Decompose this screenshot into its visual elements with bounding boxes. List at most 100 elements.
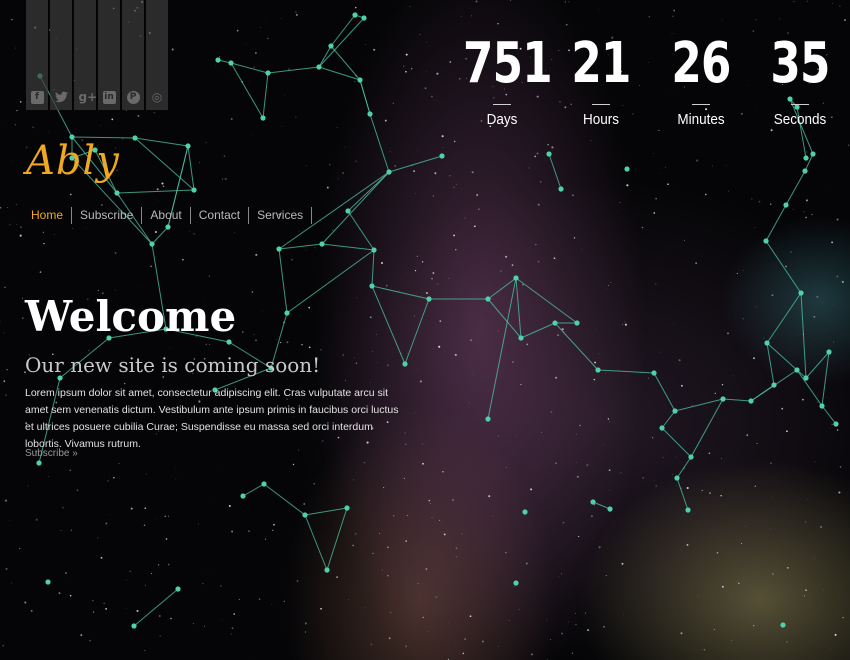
network-link xyxy=(404,298,430,365)
star xyxy=(571,652,574,654)
star xyxy=(348,254,349,256)
star xyxy=(202,582,204,585)
network-node xyxy=(513,275,519,281)
star xyxy=(505,552,507,554)
site-logo[interactable]: Ably xyxy=(26,138,120,184)
star xyxy=(419,380,422,383)
star xyxy=(605,575,607,577)
countdown-divider xyxy=(791,104,809,105)
star xyxy=(292,463,295,466)
nav-item-home[interactable]: Home xyxy=(26,207,73,224)
countdown-minutes-value: 26 xyxy=(671,31,731,96)
star xyxy=(251,291,254,293)
star xyxy=(403,65,405,67)
star xyxy=(140,286,142,287)
countdown-minutes-label: Minutes xyxy=(677,111,725,128)
star xyxy=(594,361,597,364)
star xyxy=(405,645,408,648)
star xyxy=(388,637,391,640)
network-node xyxy=(131,623,137,629)
star xyxy=(273,523,275,526)
network-link xyxy=(554,322,599,371)
star xyxy=(442,147,444,148)
nav-item-about[interactable]: About xyxy=(142,207,191,224)
star xyxy=(111,118,114,121)
star xyxy=(576,475,579,478)
star xyxy=(154,230,157,234)
countdown-days: 751 Days xyxy=(452,30,553,128)
star xyxy=(427,631,429,632)
star xyxy=(205,343,208,346)
star xyxy=(814,461,816,463)
star xyxy=(0,320,1,323)
network-node xyxy=(426,296,432,302)
star xyxy=(498,330,499,332)
star xyxy=(355,362,358,365)
star xyxy=(665,579,666,580)
social-linkedin[interactable]: in xyxy=(98,0,120,110)
star xyxy=(662,457,664,458)
network-link xyxy=(661,427,692,458)
star xyxy=(590,515,593,518)
star xyxy=(537,260,540,263)
star xyxy=(308,346,311,349)
nav-item-services[interactable]: Services xyxy=(249,207,313,224)
star xyxy=(680,632,683,635)
star xyxy=(356,297,358,299)
social-twitter[interactable] xyxy=(50,0,72,110)
star xyxy=(165,538,168,540)
star xyxy=(352,544,354,547)
star xyxy=(441,135,444,138)
network-link xyxy=(805,351,830,379)
star xyxy=(555,376,558,379)
star xyxy=(103,602,105,604)
star xyxy=(575,433,577,435)
star xyxy=(353,357,355,359)
star xyxy=(238,599,240,601)
star xyxy=(320,349,322,351)
social-pinterest[interactable]: P xyxy=(122,0,144,110)
star xyxy=(157,564,160,566)
star xyxy=(144,507,147,510)
star xyxy=(455,556,457,558)
star xyxy=(561,632,564,635)
network-link xyxy=(487,277,517,300)
star xyxy=(558,576,560,578)
star xyxy=(509,0,511,1)
countdown-days-label: Days xyxy=(486,111,518,128)
star xyxy=(438,345,441,348)
star xyxy=(737,582,740,585)
network-link xyxy=(676,456,692,479)
subscribe-link[interactable]: Subscribe » xyxy=(25,448,78,459)
network-node xyxy=(357,77,363,83)
star xyxy=(536,152,539,155)
star xyxy=(592,538,594,540)
star xyxy=(648,377,649,379)
star xyxy=(470,339,472,342)
star xyxy=(314,247,316,249)
nav-item-subscribe[interactable]: Subscribe xyxy=(72,207,143,224)
social-dribbble[interactable]: ◎ xyxy=(146,0,168,110)
star xyxy=(564,1,567,3)
star xyxy=(209,497,211,499)
star xyxy=(753,357,755,360)
social-google-plus[interactable]: g+ xyxy=(74,0,97,110)
star xyxy=(667,183,669,185)
nav-item-contact[interactable]: Contact xyxy=(191,207,250,224)
network-node xyxy=(763,238,769,244)
network-node xyxy=(276,246,282,252)
star xyxy=(345,380,346,382)
star xyxy=(416,369,418,371)
star xyxy=(35,518,38,521)
star xyxy=(455,248,457,251)
star xyxy=(69,469,72,472)
social-facebook[interactable]: f xyxy=(26,0,48,110)
star xyxy=(27,485,29,487)
star xyxy=(461,533,463,535)
hero-subtitle: Our new site is coming soon! xyxy=(25,353,321,377)
network-link xyxy=(326,507,348,571)
star xyxy=(753,625,755,627)
star xyxy=(741,542,743,545)
star xyxy=(469,615,472,618)
star xyxy=(432,195,434,197)
